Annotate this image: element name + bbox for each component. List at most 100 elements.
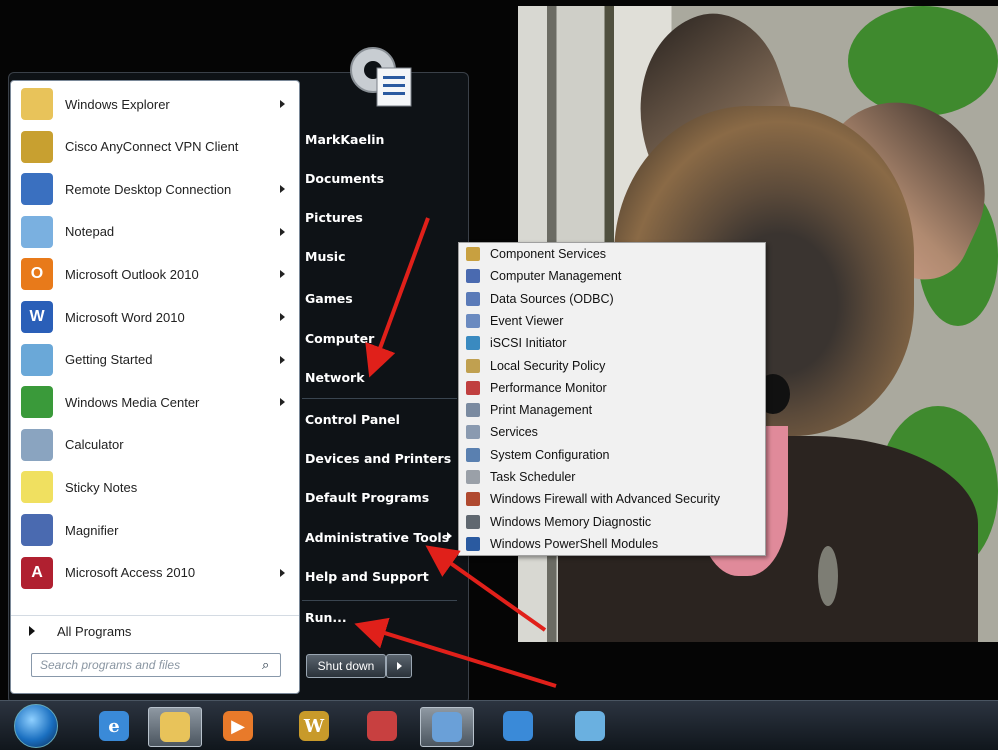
outlook-icon: O <box>21 258 53 291</box>
cisco-vpn-icon <box>21 130 53 163</box>
submenu-arrow-icon <box>280 227 285 236</box>
submenu-arrow-icon <box>280 355 285 364</box>
games-link[interactable]: Games <box>305 291 353 306</box>
shut-down-options-button[interactable] <box>386 654 412 678</box>
search-input[interactable]: Search programs and files ⌕ <box>31 653 281 677</box>
media-center-icon <box>21 386 53 419</box>
taskbar-glyph <box>367 711 397 741</box>
admin-tool-icon <box>466 492 480 507</box>
admin-tool-label: Print Management <box>490 403 593 418</box>
admin-tool-item[interactable]: iSCSI Initiator <box>459 332 765 354</box>
shut-down-button[interactable]: Shut down <box>306 654 386 678</box>
admin-tool-item[interactable]: Component Services <box>459 243 765 265</box>
help-support-link[interactable]: Help and Support <box>305 569 429 584</box>
program-item[interactable]: W Microsoft Word 2010 <box>11 296 299 338</box>
program-label: Getting Started <box>65 352 153 368</box>
default-programs-link[interactable]: Default Programs <box>305 490 429 505</box>
administrative-tools-link[interactable]: Administrative Tools <box>305 530 449 545</box>
admin-tool-icon <box>466 269 480 284</box>
taskbar-glyph <box>575 711 605 741</box>
program-label: Remote Desktop Connection <box>65 181 232 197</box>
network-link[interactable]: Network <box>305 370 365 385</box>
program-item[interactable]: Windows Media Center <box>11 381 299 423</box>
admin-tool-item[interactable]: Event Viewer <box>459 310 765 332</box>
control-panel-link[interactable]: Control Panel <box>305 412 400 427</box>
program-label: Microsoft Access 2010 <box>65 565 196 581</box>
admin-tool-icon <box>466 425 480 440</box>
program-label: Cisco AnyConnect VPN Client <box>65 139 239 155</box>
search-placeholder: Search programs and files <box>40 658 181 672</box>
program-item[interactable]: Sticky Notes <box>11 466 299 508</box>
admin-tool-item[interactable]: Computer Management <box>459 265 765 287</box>
admin-tool-item[interactable]: Local Security Policy <box>459 355 765 377</box>
admin-tool-item[interactable]: Data Sources (ODBC) <box>459 288 765 310</box>
program-label: Magnifier <box>65 522 119 538</box>
admin-tool-label: iSCSI Initiator <box>490 336 567 351</box>
program-label: Sticky Notes <box>65 479 138 495</box>
documents-link[interactable]: Documents <box>305 171 384 186</box>
admin-tool-item[interactable]: Performance Monitor <box>459 377 765 399</box>
access-icon: A <box>21 556 53 589</box>
admin-tool-label: Services <box>490 425 538 440</box>
admin-tool-label: Computer Management <box>490 269 622 284</box>
program-item[interactable]: Windows Explorer <box>11 83 299 125</box>
taskbar-glyph: W <box>299 711 329 741</box>
lifebuoy-icon[interactable] <box>492 707 544 745</box>
admin-tool-icon <box>466 514 480 529</box>
right-arrow-icon <box>29 626 35 636</box>
program-item[interactable]: Notepad <box>11 211 299 253</box>
internet-explorer-icon[interactable]: e <box>88 707 140 745</box>
admin-tool-icon <box>466 403 480 418</box>
submenu-arrow-icon <box>280 568 285 577</box>
web-page-icon[interactable] <box>564 707 616 745</box>
pictures-link[interactable]: Pictures <box>305 210 363 225</box>
program-item[interactable]: Cisco AnyConnect VPN Client <box>11 126 299 168</box>
program-item[interactable]: Remote Desktop Connection <box>11 168 299 210</box>
submenu-arrow-icon <box>280 270 285 279</box>
taskbar-glyph: e <box>99 711 129 741</box>
search-icon: ⌕ <box>262 657 270 672</box>
music-link[interactable]: Music <box>305 249 345 264</box>
program-label: Microsoft Word 2010 <box>65 309 185 325</box>
remote-desktop-icon <box>21 173 53 206</box>
media-player-icon[interactable]: ▶ <box>212 707 264 745</box>
program-item[interactable]: Magnifier <box>11 509 299 551</box>
computer-link[interactable]: Computer <box>305 331 374 346</box>
right-arrow-icon <box>396 662 402 670</box>
admin-tool-icon <box>466 380 480 395</box>
run-link[interactable]: Run... <box>305 610 347 625</box>
admin-tool-label: Local Security Policy <box>490 358 606 373</box>
admin-tool-label: Performance Monitor <box>490 380 607 395</box>
snipping-tool-icon[interactable] <box>356 707 408 745</box>
devices-printers-link[interactable]: Devices and Printers <box>305 451 451 466</box>
admin-tool-label: Windows Memory Diagnostic <box>490 514 652 529</box>
user-name-link[interactable]: MarkKaelin <box>305 132 384 147</box>
windows-explorer-icon <box>21 88 53 120</box>
getting-started-icon <box>21 343 53 376</box>
program-item[interactable]: Getting Started <box>11 339 299 381</box>
admin-tool-item[interactable]: System Configuration <box>459 444 765 466</box>
admin-tool-label: Data Sources (ODBC) <box>490 291 614 306</box>
admin-tool-item[interactable]: Windows Firewall with Advanced Security <box>459 488 765 510</box>
divider <box>302 600 457 601</box>
admin-tool-item[interactable]: Print Management <box>459 399 765 421</box>
admin-tool-item[interactable]: Windows Memory Diagnostic <box>459 511 765 533</box>
admin-tool-item[interactable]: Task Scheduler <box>459 466 765 488</box>
windows-explorer-taskbar-icon[interactable] <box>148 707 202 747</box>
notepad-icon <box>21 215 53 248</box>
taskbar-glyph <box>503 711 533 741</box>
admin-tool-item[interactable]: Windows PowerShell Modules <box>459 533 765 555</box>
start-button[interactable] <box>14 704 58 748</box>
world-of-warcraft-icon[interactable]: W <box>288 707 340 745</box>
program-label: Calculator <box>65 437 124 453</box>
admin-tool-item[interactable]: Services <box>459 421 765 443</box>
program-item[interactable]: Calculator <box>11 424 299 466</box>
all-programs-button[interactable]: All Programs <box>11 615 299 646</box>
program-label: Windows Media Center <box>65 394 200 410</box>
program-item[interactable]: O Microsoft Outlook 2010 <box>11 253 299 295</box>
admin-tool-label: Windows PowerShell Modules <box>490 536 659 551</box>
paint-icon[interactable] <box>420 707 474 747</box>
admin-tool-icon <box>466 358 480 373</box>
all-programs-label: All Programs <box>57 623 132 639</box>
program-item[interactable]: A Microsoft Access 2010 <box>11 552 299 594</box>
